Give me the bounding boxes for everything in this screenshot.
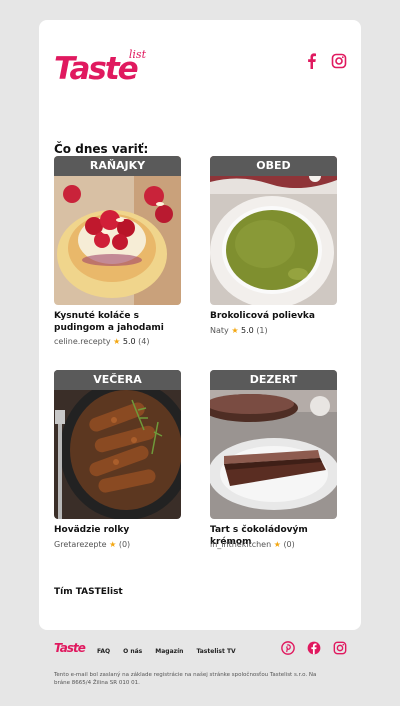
footer-link-tv[interactable]: Tastelist TV bbox=[196, 648, 235, 655]
recipe-photo[interactable] bbox=[54, 156, 181, 305]
recipe-title[interactable]: Brokolicová polievka bbox=[210, 310, 345, 322]
recipe-photo[interactable] bbox=[210, 370, 337, 519]
page-title: Čo dnes variť: bbox=[54, 142, 149, 156]
footer-link-about[interactable]: O nás bbox=[123, 648, 142, 655]
category-label: DEZERT bbox=[210, 370, 337, 390]
review-count: (0) bbox=[283, 540, 295, 549]
email-card: Taste list Čo dnes variť: RAŇAJKY Kysnut… bbox=[39, 20, 361, 630]
star-icon: ★ bbox=[273, 540, 281, 549]
pinterest-icon[interactable] bbox=[281, 641, 295, 655]
recipe-rating: 5.0 bbox=[241, 326, 254, 335]
category-label: OBED bbox=[210, 156, 337, 176]
facebook-icon[interactable] bbox=[304, 53, 320, 69]
recipe-rating: 5.0 bbox=[122, 337, 136, 346]
footer-logo[interactable]: Taste bbox=[54, 641, 86, 655]
legal-notice: Tento e-mail bol zaslaný na základe regi… bbox=[54, 672, 317, 686]
recipe-author[interactable]: Naty bbox=[210, 326, 229, 335]
header-social-links bbox=[304, 53, 347, 69]
recipe-meta: Naty ★ 5.0 (1) bbox=[210, 326, 268, 335]
recipe-title[interactable]: Hovädzie rolky bbox=[54, 524, 189, 536]
review-count: (4) bbox=[138, 337, 150, 346]
recipe-meta: Gretarezepte ★ (0) bbox=[54, 540, 130, 549]
recipe-author[interactable]: in_inthekitchen bbox=[210, 540, 271, 549]
footer-nav: FAQ O nás Magazín Tastelist TV bbox=[97, 648, 236, 655]
recipe-meta: celine.recepty ★ 5.0 (4) bbox=[54, 337, 150, 346]
logo-suffix: list bbox=[128, 48, 146, 61]
tastelist-logo[interactable]: Taste list bbox=[54, 48, 146, 87]
recipe-author[interactable]: Gretarezepte bbox=[54, 540, 107, 549]
recipe-photo[interactable] bbox=[54, 370, 181, 519]
instagram-icon[interactable] bbox=[331, 53, 347, 69]
footer-link-faq[interactable]: FAQ bbox=[97, 648, 110, 655]
star-icon: ★ bbox=[113, 337, 121, 346]
review-count: (0) bbox=[118, 540, 131, 549]
instagram-icon[interactable] bbox=[333, 641, 347, 655]
recipe-title[interactable]: Kysnuté koláče s pudingom a jahodami bbox=[54, 310, 189, 334]
logo-wordmark: Taste bbox=[54, 51, 139, 87]
category-label: RAŇAJKY bbox=[54, 156, 181, 176]
signature: Tím TASTElist bbox=[54, 587, 123, 597]
footer-link-magazine[interactable]: Magazín bbox=[155, 648, 183, 655]
review-count: (1) bbox=[256, 326, 268, 335]
footer-social-links bbox=[281, 641, 347, 655]
star-icon: ★ bbox=[109, 540, 117, 549]
recipe-meta: in_inthekitchen ★ (0) bbox=[210, 540, 295, 549]
star-icon: ★ bbox=[231, 326, 239, 335]
recipe-photo[interactable] bbox=[210, 156, 337, 305]
recipe-author[interactable]: celine.recepty bbox=[54, 337, 111, 346]
category-label: VEČERA bbox=[54, 370, 181, 390]
facebook-icon[interactable] bbox=[307, 641, 321, 655]
